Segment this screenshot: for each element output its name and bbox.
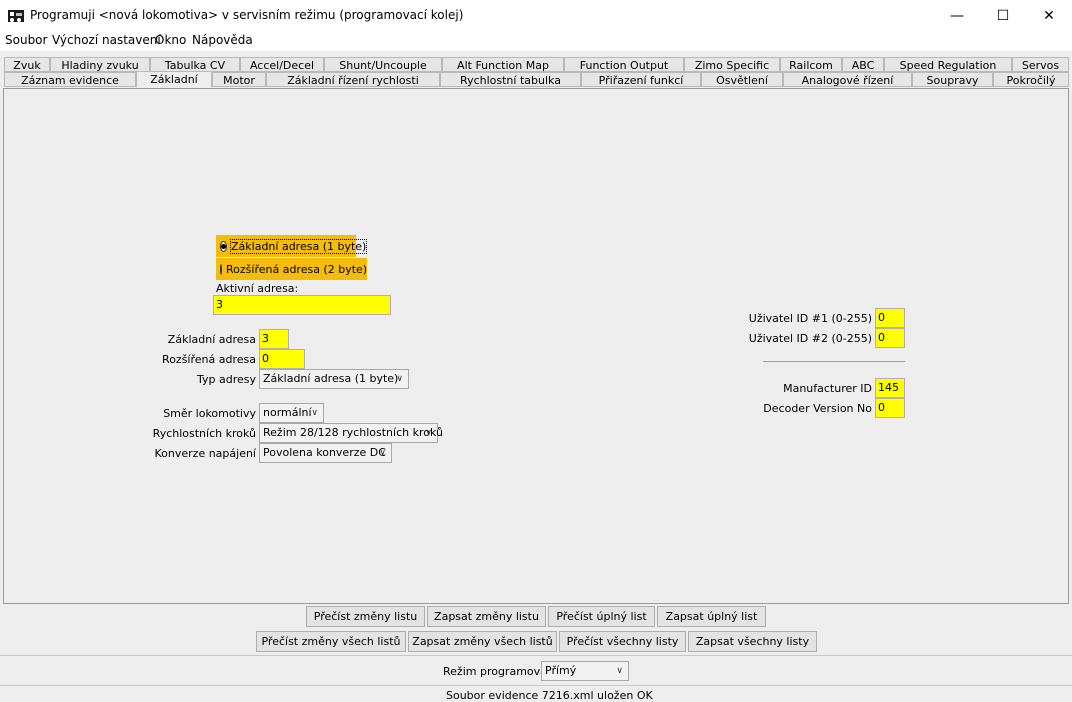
divider — [0, 655, 1072, 656]
tab-soupravy[interactable]: Soupravy — [912, 72, 993, 87]
long-address-radio-label: Rozšířená adresa (2 byte) — [226, 262, 368, 276]
minimize-button[interactable]: — — [934, 0, 980, 31]
user-id1-label: Uživatel ID #1 (0-255) — [748, 312, 872, 325]
tab-tabulka-cv[interactable]: Tabulka CV — [150, 57, 240, 72]
programming-mode-value: Přímý — [545, 664, 577, 677]
status-bar-text: Soubor evidence 7216.xml uložen OK — [446, 689, 653, 702]
chevron-down-icon: ∨ — [379, 448, 386, 458]
maximize-button[interactable]: ☐ — [980, 0, 1026, 31]
tab-analogove-rizeni[interactable]: Analogové řízení — [783, 72, 912, 87]
address-type-select[interactable]: Základní adresa (1 byte) ∨ — [259, 369, 409, 389]
active-address-field[interactable]: 3 — [213, 295, 391, 315]
short-address-radio[interactable]: Základní adresa (1 byte) — [216, 235, 368, 257]
power-conversion-value: Povolena konverze DC — [263, 446, 386, 459]
chevron-down-icon: ∨ — [425, 428, 432, 438]
user-id2-label: Uživatel ID #2 (0-255) — [748, 332, 872, 345]
speed-steps-label: Rychlostních kroků — [152, 427, 256, 440]
tab-speed-regulation[interactable]: Speed Regulation — [884, 57, 1012, 72]
tab-motor[interactable]: Motor — [212, 72, 266, 87]
chevron-down-icon: ∨ — [311, 408, 318, 418]
tab-hladiny-zvuku[interactable]: Hladiny zvuku — [50, 57, 150, 72]
read-full-sheet-button[interactable]: Přečíst úplný list — [548, 606, 655, 627]
read-changes-sheet-button[interactable]: Přečíst změny listu — [306, 606, 425, 627]
tab-abc[interactable]: ABC — [842, 57, 884, 72]
tab-osvetleni[interactable]: Osvětlení — [701, 72, 783, 87]
long-address-radio[interactable]: Rozšířená adresa (2 byte) — [216, 258, 367, 280]
close-icon: ✕ — [1043, 7, 1055, 24]
direction-value: normální — [263, 406, 312, 419]
read-changes-all-sheets-button[interactable]: Přečíst změny všech listů — [256, 631, 406, 652]
long-address-label: Rozšířená adresa — [162, 353, 256, 366]
separator — [763, 361, 905, 362]
speed-steps-value: Režim 28/128 rychlostních kroků — [263, 426, 443, 439]
tab-zvuk[interactable]: Zvuk — [4, 57, 50, 72]
tab-zakladni[interactable]: Základní — [136, 71, 212, 88]
decoder-version-field[interactable]: 0 — [875, 398, 905, 418]
tab-railcom[interactable]: Railcom — [780, 57, 842, 72]
window-title: Programuji <nová lokomotiva> v servisním… — [30, 8, 464, 22]
direction-label: Směr lokomotivy — [163, 407, 256, 420]
direction-select[interactable]: normální ∨ — [259, 403, 324, 423]
manufacturer-id-label: Manufacturer ID — [783, 382, 872, 395]
locomotive-icon — [8, 8, 24, 24]
user-id1-field[interactable]: 0 — [875, 308, 905, 328]
chevron-down-icon: ∨ — [616, 666, 623, 676]
programming-mode-label: Režim programování — [443, 665, 557, 678]
menu-vychozi-nastaveni[interactable]: Výchozí nastavení — [52, 33, 161, 47]
read-all-sheets-button[interactable]: Přečíst všechny listy — [559, 631, 686, 652]
write-changes-sheet-button[interactable]: Zapsat změny listu — [427, 606, 546, 627]
tab-rychlostni-tabulka[interactable]: Rychlostní tabulka — [440, 72, 581, 87]
address-type-label: Typ adresy — [196, 373, 256, 386]
tab-content-panel — [3, 88, 1069, 604]
tab-pokrocily[interactable]: Pokročilý — [993, 72, 1069, 87]
tab-prirazeni-funkci[interactable]: Přiřazení funkcí — [581, 72, 701, 87]
short-address-radio-label: Základní adresa (1 byte) — [229, 238, 368, 254]
power-conversion-select[interactable]: Povolena konverze DC ∨ — [259, 443, 392, 463]
active-address-label: Aktivní adresa: — [216, 282, 299, 295]
tab-zaznam-evidence[interactable]: Záznam evidence — [4, 72, 136, 87]
tab-shunt-uncouple[interactable]: Shunt/Uncouple — [324, 57, 442, 72]
short-address-label: Základní adresa — [167, 333, 256, 346]
short-address-field[interactable]: 3 — [259, 329, 289, 349]
power-conversion-label: Konverze napájení — [154, 447, 257, 460]
address-type-value: Základní adresa (1 byte) — [263, 372, 399, 385]
tab-servos[interactable]: Servos — [1012, 57, 1069, 72]
tab-zakladni-rizeni-rychlosti[interactable]: Základní řízení rychlosti — [266, 72, 440, 87]
status-divider — [0, 685, 1072, 686]
tab-alt-function-map[interactable]: Alt Function Map — [442, 57, 564, 72]
radio-selected-icon — [220, 240, 227, 252]
write-all-sheets-button[interactable]: Zapsat všechny listy — [688, 631, 817, 652]
write-full-sheet-button[interactable]: Zapsat úplný list — [657, 606, 766, 627]
long-address-field[interactable]: 0 — [259, 349, 305, 369]
chevron-down-icon: ∨ — [396, 374, 403, 384]
speed-steps-select[interactable]: Režim 28/128 rychlostních kroků ∨ — [259, 423, 443, 443]
menu-napoveda[interactable]: Nápověda — [192, 33, 253, 47]
radio-unselected-icon — [220, 263, 222, 275]
tab-zimo-specific[interactable]: Zimo Specific — [684, 57, 780, 72]
tab-accel-decel[interactable]: Accel/Decel — [240, 57, 324, 72]
user-id2-field[interactable]: 0 — [875, 328, 905, 348]
write-changes-all-sheets-button[interactable]: Zapsat změny všech listů — [408, 631, 557, 652]
menu-soubor[interactable]: Soubor — [5, 33, 47, 47]
decoder-version-label: Decoder Version No — [763, 402, 872, 415]
menu-okno[interactable]: Okno — [155, 33, 186, 47]
manufacturer-id-field[interactable]: 145 — [875, 378, 905, 398]
minimize-icon: — — [950, 7, 964, 24]
maximize-icon: ☐ — [996, 7, 1010, 24]
tab-function-output[interactable]: Function Output — [564, 57, 684, 72]
programming-mode-select[interactable]: Přímý ∨ — [541, 661, 629, 681]
close-button[interactable]: ✕ — [1026, 0, 1072, 31]
